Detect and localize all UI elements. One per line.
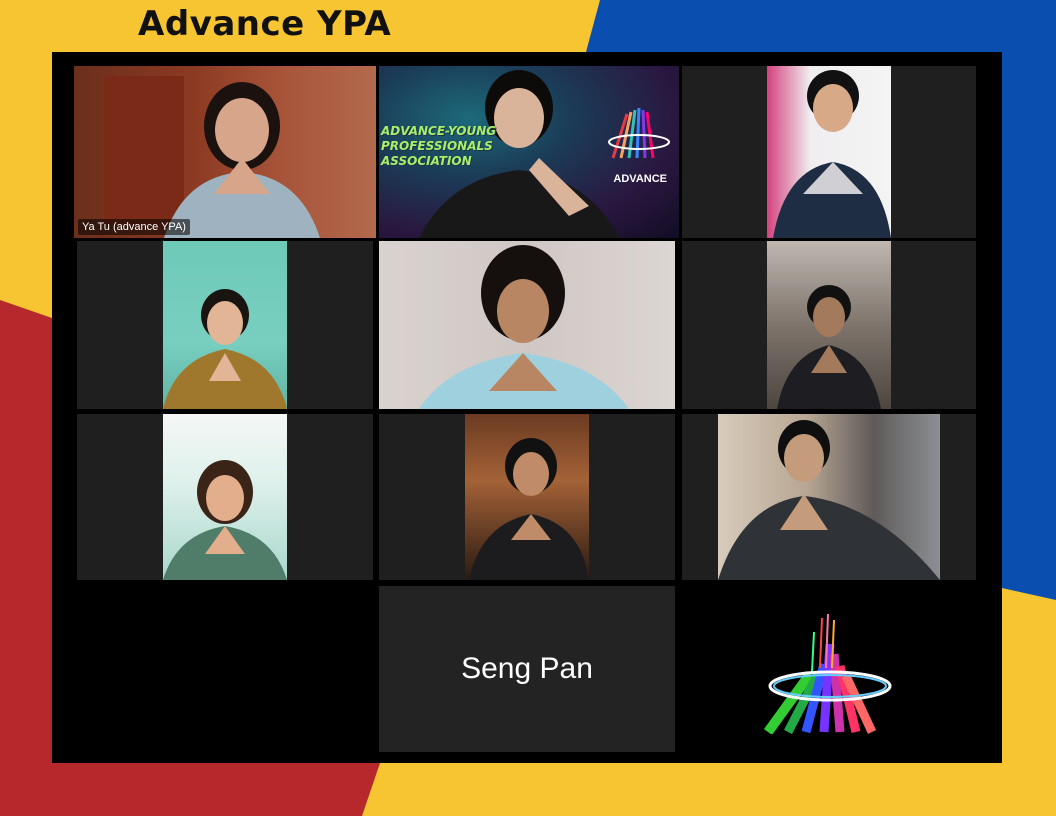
- person-silhouette: [104, 76, 320, 238]
- participant-name-placeholder: Seng Pan: [461, 652, 593, 685]
- advance-logo-icon: [608, 107, 670, 159]
- participant-tile-ya-tu[interactable]: Ya Tu (advance YPA): [74, 66, 376, 238]
- participant-tile-seng-pan[interactable]: Seng Pan: [379, 586, 675, 752]
- person-silhouette: [773, 70, 891, 238]
- participant-video: [74, 66, 376, 238]
- advance-logo-icon: [764, 614, 892, 734]
- participant-tile-6[interactable]: [682, 241, 976, 409]
- participant-tile-logo[interactable]: [682, 586, 976, 752]
- participant-tile-7[interactable]: [77, 414, 373, 580]
- participant-video: [767, 66, 891, 238]
- person-silhouette: [163, 289, 287, 409]
- participant-video: [767, 241, 891, 409]
- banner-association-text: ADVANCE-YOUNG PROFESSIONALS ASSOCIATION: [381, 124, 497, 168]
- person-silhouette: [419, 245, 629, 409]
- participant-video: [718, 414, 940, 580]
- person-silhouette: [163, 460, 287, 580]
- participant-tile-3[interactable]: [682, 66, 976, 238]
- banner-brand-text: ADVANCE: [613, 173, 667, 185]
- participant-video: [379, 241, 675, 409]
- empty-tile: [77, 586, 373, 752]
- participant-tile-8[interactable]: [379, 414, 675, 580]
- person-silhouette: [718, 420, 940, 580]
- participant-name-label: Ya Tu (advance YPA): [78, 219, 190, 235]
- participant-video: [163, 414, 287, 580]
- video-call-grid: Ya Tu (advance YPA) ADVANCE-YOUNG PROFES…: [52, 52, 1002, 763]
- participant-video: [465, 414, 589, 580]
- participant-tile-9[interactable]: [682, 414, 976, 580]
- participant-tile-5[interactable]: [379, 241, 675, 409]
- participant-tile-4[interactable]: [77, 241, 373, 409]
- person-silhouette: [777, 285, 881, 409]
- person-silhouette: [469, 438, 589, 580]
- page-title: Advance YPA: [138, 4, 392, 44]
- participant-video: [163, 241, 287, 409]
- participant-tile-banner[interactable]: ADVANCE-YOUNG PROFESSIONALS ASSOCIATION …: [379, 66, 679, 238]
